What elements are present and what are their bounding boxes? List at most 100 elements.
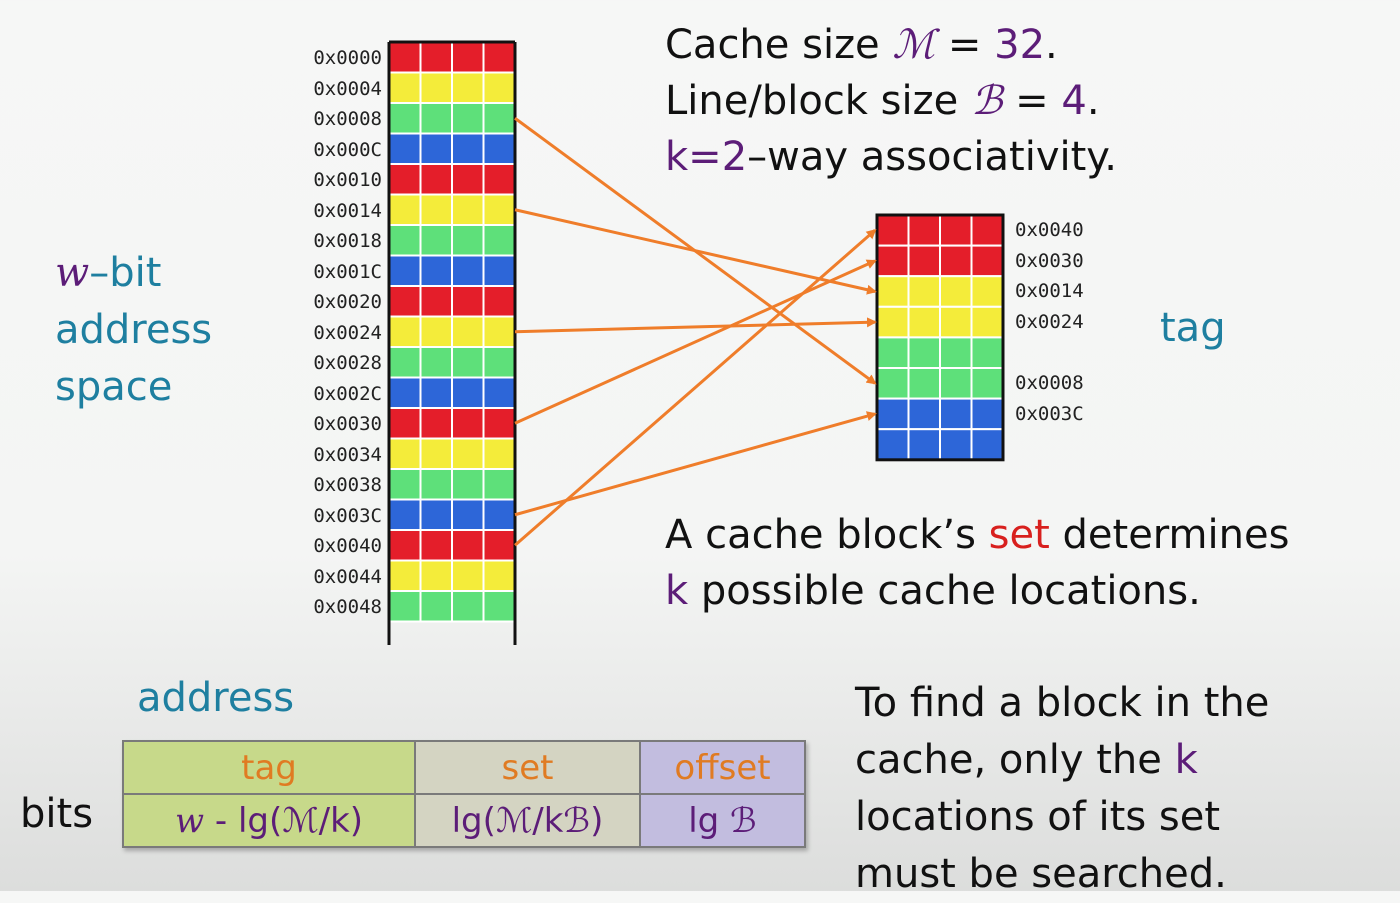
w-bit-line: w–bit <box>55 245 212 302</box>
memory-cell <box>451 376 485 409</box>
memory-cell <box>482 346 516 379</box>
memory-cell <box>419 163 453 196</box>
memory-cell <box>419 529 453 562</box>
memory-address-label: 0x0018 <box>313 230 382 252</box>
memory-cell <box>451 132 485 165</box>
k-value: 2 <box>721 134 748 180</box>
offset-header: offset <box>639 740 806 795</box>
memory-cell <box>451 407 485 440</box>
memory-address-label: 0x0010 <box>313 169 382 191</box>
bits-header-row: tag set offset <box>122 740 806 795</box>
memory-cell <box>419 498 453 531</box>
memory-address-label: 0x001C <box>313 260 382 283</box>
set-formula: lg(ℳ/kℬ) <box>414 793 641 848</box>
memory-cell <box>482 498 516 531</box>
cache-tag-label: 0x0030 <box>1015 249 1084 272</box>
memory-address-label: 0x0034 <box>313 443 382 466</box>
set-header: set <box>414 740 641 795</box>
cache-cell <box>970 397 1004 431</box>
memory-cell <box>388 407 422 440</box>
cache-cell <box>907 397 941 431</box>
memory-address-label: 0x002C <box>313 382 382 405</box>
memory-cell <box>419 132 453 165</box>
memory-cell <box>482 285 516 318</box>
cache-cell <box>876 305 910 339</box>
address-bits-table: tag set offset w - lg(ℳ/k) lg(ℳ/kℬ) lg ℬ <box>122 740 806 848</box>
memory-cell <box>388 559 422 592</box>
memory-cell <box>388 102 422 135</box>
memory-cell <box>388 193 422 226</box>
memory-cell <box>419 285 453 318</box>
cache-size-value: 32 <box>994 22 1046 68</box>
memory-cell <box>482 559 516 592</box>
cache-cell <box>970 305 1004 339</box>
cache-cell <box>907 305 941 339</box>
memory-cell <box>419 559 453 592</box>
memory-cell <box>482 437 516 470</box>
block-size-line: Line/block size ℬ = 4. <box>665 78 1100 124</box>
memory-cell <box>482 132 516 165</box>
memory-cell <box>482 315 516 348</box>
find-note-line3: locations of its set <box>855 794 1221 840</box>
memory-address-label: 0x000C <box>313 138 382 161</box>
cache-cell <box>939 275 973 308</box>
memory-cell <box>451 498 485 531</box>
memory-cell <box>482 163 516 196</box>
cache-cell <box>970 275 1004 308</box>
memory-cell <box>451 559 485 592</box>
memory-cell <box>451 315 485 348</box>
memory-cell <box>388 254 422 287</box>
cache-cell <box>907 275 941 308</box>
memory-cell <box>482 193 516 226</box>
cache-tag-label: 0x003C <box>1015 402 1084 425</box>
memory-cell <box>482 590 516 623</box>
memory-cell <box>419 590 453 623</box>
associativity-line: k=2–way associativity. <box>665 134 1117 180</box>
memory-cell <box>388 163 422 196</box>
memory-cell <box>482 468 516 501</box>
memory-address-label: 0x0040 <box>313 535 382 557</box>
memory-cell <box>388 498 422 531</box>
memory-cell <box>388 590 422 623</box>
memory-cell <box>419 41 453 74</box>
memory-address-label: 0x0024 <box>313 321 382 344</box>
w-symbol: w <box>55 250 90 296</box>
memory-cell <box>388 224 422 257</box>
memory-address-label: 0x0030 <box>313 413 382 435</box>
memory-cell <box>388 315 422 348</box>
k-symbol: k <box>665 568 689 614</box>
memory-cell <box>388 376 422 409</box>
find-note-line2: cache, only the k <box>855 732 1269 789</box>
memory-cell <box>482 224 516 257</box>
cache-tag-label: 0x0014 <box>1015 280 1084 303</box>
address-title: address <box>137 675 295 721</box>
memory-cell <box>388 285 422 318</box>
memory-address-label: 0x0000 <box>313 47 382 69</box>
equals-sign: = <box>1002 78 1062 124</box>
bits-formula-row: w - lg(ℳ/k) lg(ℳ/kℬ) lg ℬ <box>122 793 806 848</box>
bit-text: –bit <box>89 250 162 296</box>
tag-formula-text: - lg(ℳ/k) <box>204 800 364 841</box>
cache-size-text: Cache size <box>665 22 893 68</box>
w-symbol: w <box>174 800 205 841</box>
cache-tag-label: 0x0040 <box>1015 219 1084 241</box>
memory-cell <box>482 102 516 135</box>
cache-size-symbol: ℳ <box>892 22 936 68</box>
tag-formula: w - lg(ℳ/k) <box>122 793 416 848</box>
memory-cell <box>419 437 453 470</box>
find-note-line4: must be searched. <box>855 851 1227 897</box>
memory-cell <box>451 193 485 226</box>
cache-cell <box>939 305 973 339</box>
memory-cell <box>451 437 485 470</box>
memory-cell <box>451 468 485 501</box>
block-size-symbol: ℬ <box>970 78 1003 124</box>
cache-cell <box>970 428 1004 461</box>
memory-cell <box>419 376 453 409</box>
memory-cell <box>451 41 485 74</box>
space-text: space <box>55 364 173 410</box>
block-size-value: 4 <box>1061 78 1087 124</box>
mapping-arrow <box>514 317 877 334</box>
set-note-text-b: determines <box>1049 512 1290 558</box>
memory-cell <box>388 437 422 470</box>
memory-cell <box>388 71 422 104</box>
